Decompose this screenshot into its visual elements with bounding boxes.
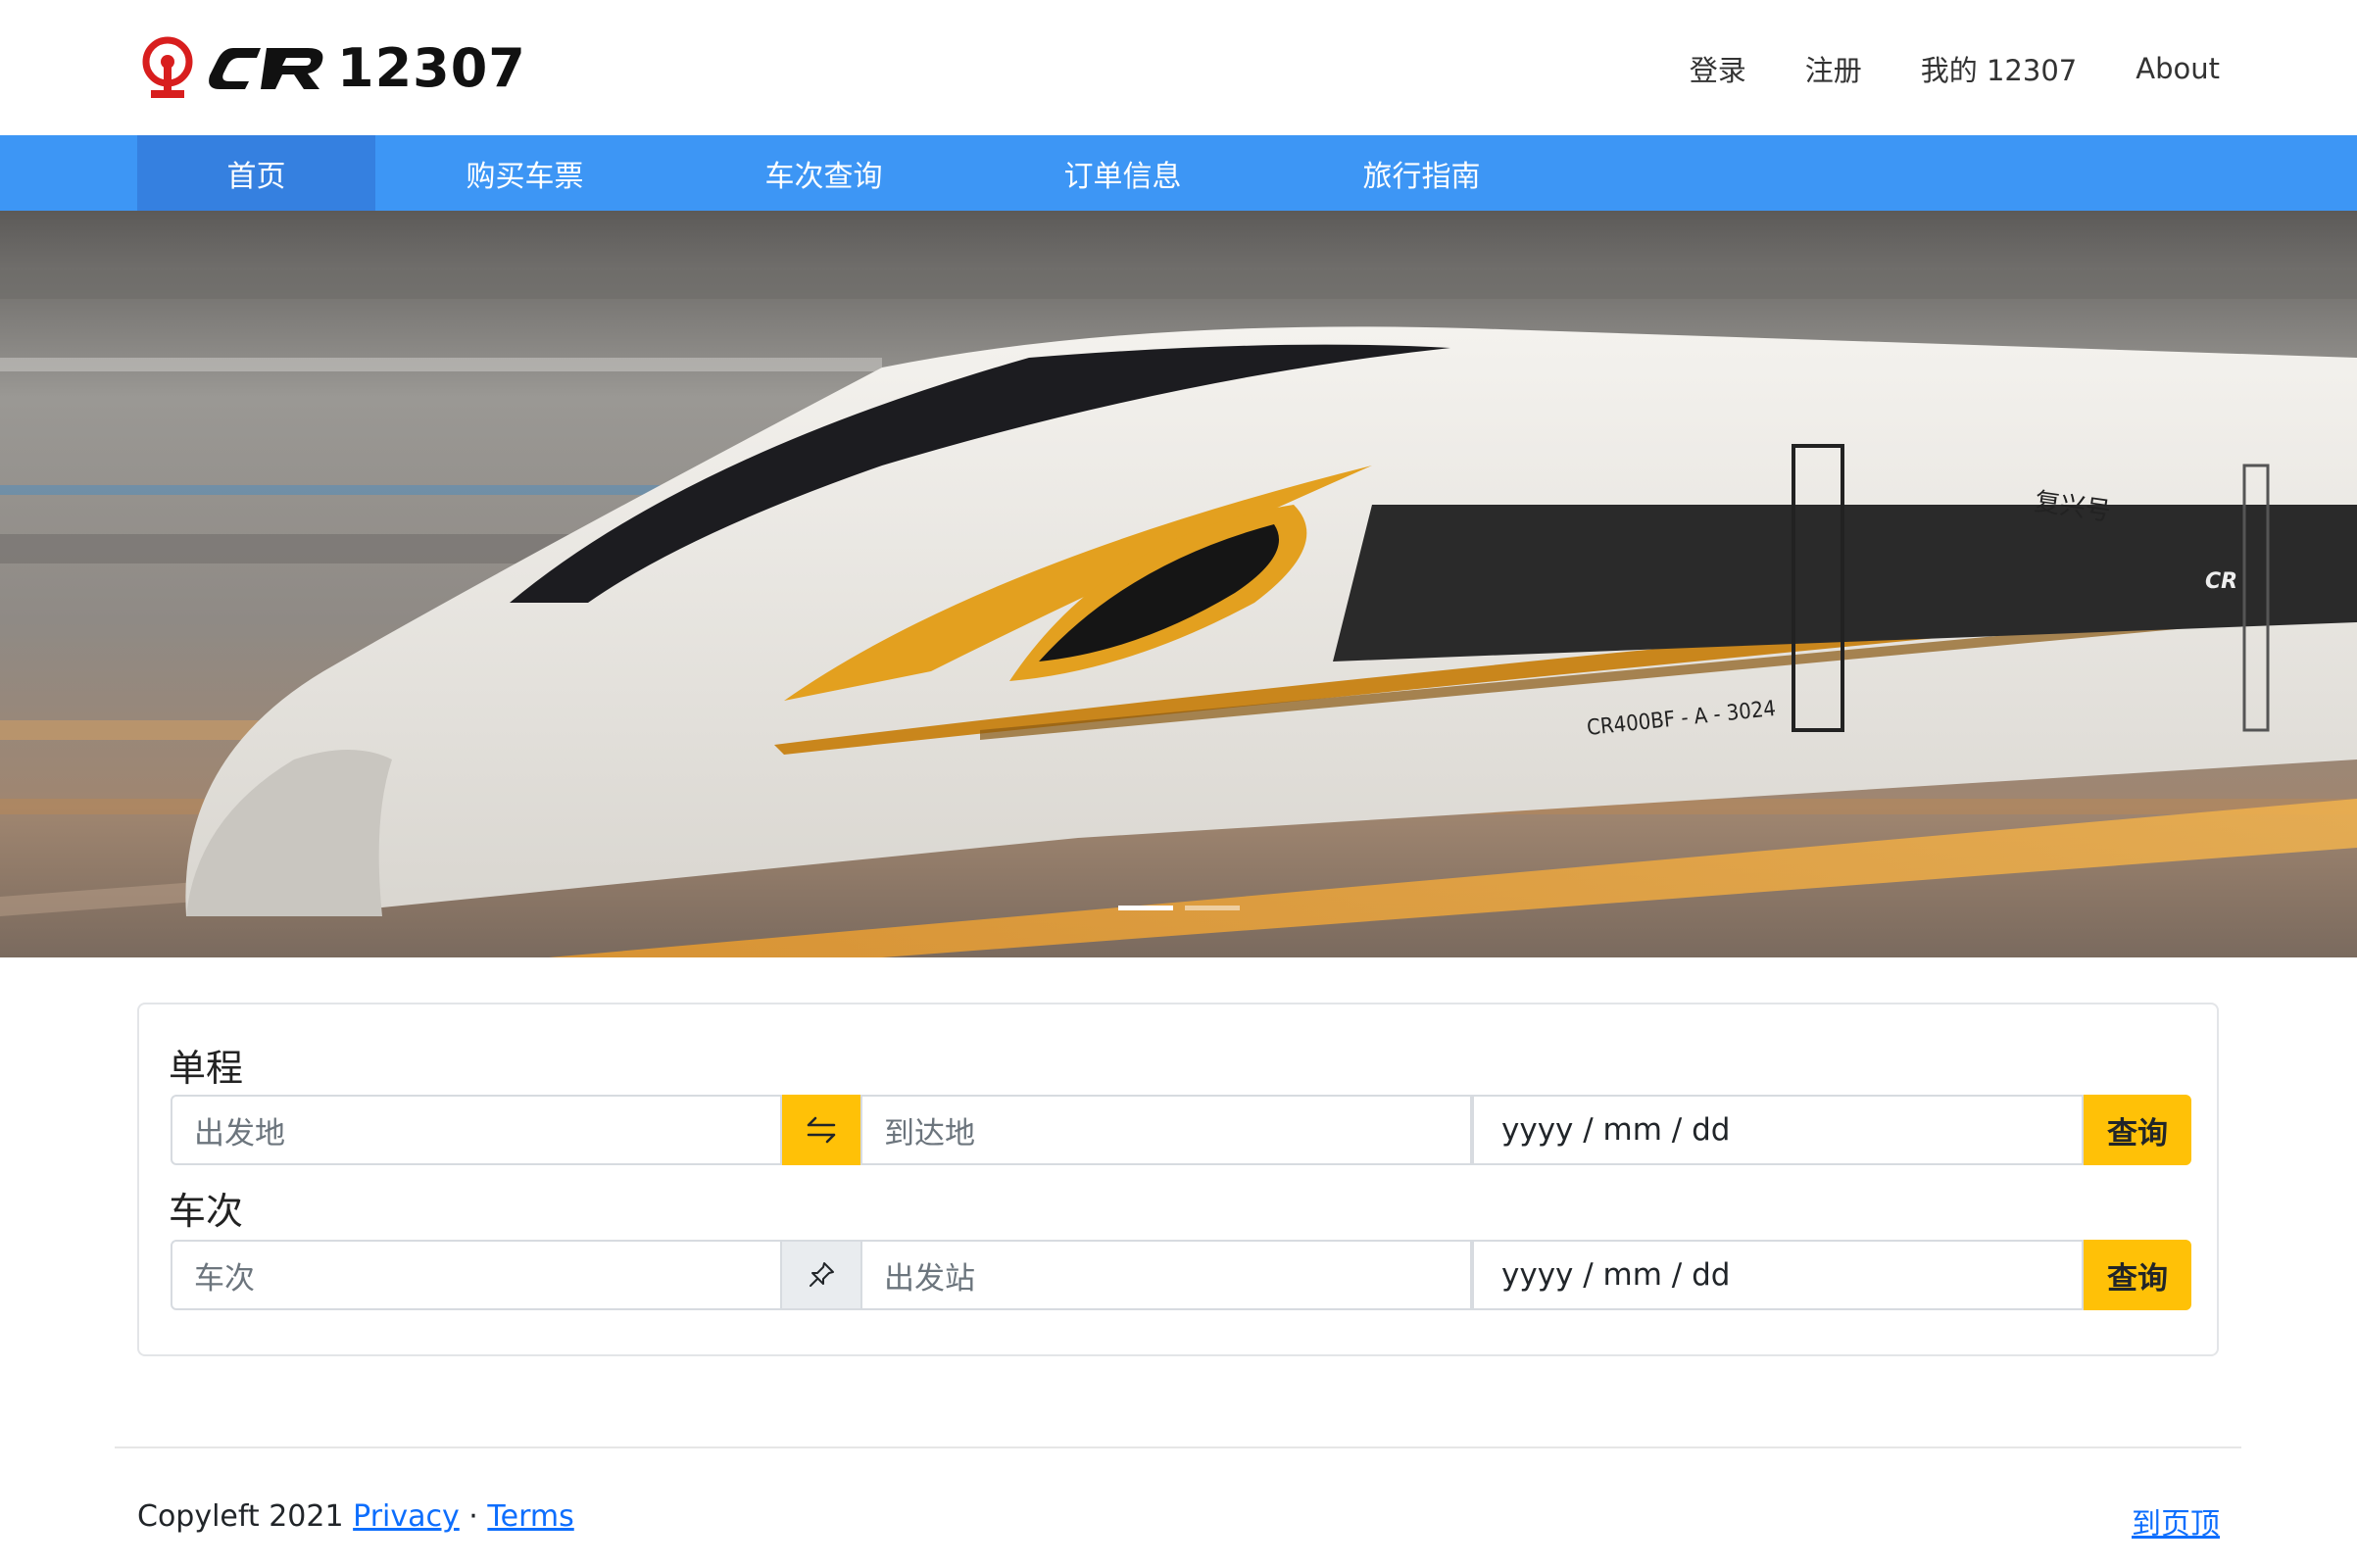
footer-copyright: Copyleft 2021 Privacy · Terms [137, 1499, 574, 1534]
carousel-indicators [0, 906, 2357, 910]
train-search-row: 车次 出发站 yyyy / mm / dd 查询 [171, 1240, 2191, 1310]
main-nav: 首页 购买车票 车次查询 订单信息 旅行指南 [0, 135, 2357, 211]
my-account-link[interactable]: 我的 12307 [1921, 48, 2077, 89]
nav-item-travel-guide[interactable]: 旅行指南 [1272, 135, 1571, 211]
hero-carousel[interactable]: CR400BF - A - 3024 复兴号 CR [0, 211, 2357, 957]
site-header: 12307 登录 注册 我的 12307 About [0, 0, 2357, 135]
footer-separator: · [468, 1499, 478, 1534]
search-card: 单程 出发地 到达地 yyyy / mm / dd 查询 车次 车次 出发站 y… [137, 1003, 2219, 1356]
copyleft-text: Copyleft 2021 [137, 1499, 344, 1534]
train-date-input[interactable]: yyyy / mm / dd [1472, 1240, 2084, 1310]
register-link[interactable]: 注册 [1805, 48, 1862, 89]
carousel-indicator-2[interactable] [1184, 906, 1240, 910]
footer-divider [115, 1446, 2241, 1448]
one-way-title: 单程 [169, 1047, 244, 1090]
pin-button[interactable] [782, 1240, 860, 1310]
privacy-link[interactable]: Privacy [353, 1499, 460, 1534]
nav-item-buy-tickets[interactable]: 购买车票 [375, 135, 674, 211]
about-link[interactable]: About [2136, 52, 2220, 85]
train-query-button[interactable]: 查询 [2084, 1240, 2191, 1310]
swap-button[interactable] [782, 1095, 860, 1165]
one-way-query-button[interactable]: 查询 [2084, 1095, 2191, 1165]
train-number-title: 车次 [169, 1190, 244, 1233]
one-way-date-input[interactable]: yyyy / mm / dd [1472, 1095, 2084, 1165]
railway-emblem-icon [142, 36, 193, 98]
swap-arrows-icon [807, 1116, 836, 1144]
brand-name: 12307 [337, 36, 526, 99]
hero-train-image: CR400BF - A - 3024 复兴号 CR [0, 211, 2357, 957]
arrival-input[interactable]: 到达地 [860, 1095, 1472, 1165]
one-way-search-row: 出发地 到达地 yyyy / mm / dd 查询 [171, 1095, 2191, 1165]
cr-logo-icon [209, 47, 323, 89]
hero-train-logo: CR [2205, 569, 2237, 594]
departure-station-input[interactable]: 出发站 [860, 1240, 1472, 1310]
nav-item-home[interactable]: 首页 [137, 135, 375, 211]
top-links: 登录 注册 我的 12307 About [1690, 39, 2220, 98]
departure-input[interactable]: 出发地 [171, 1095, 782, 1165]
login-link[interactable]: 登录 [1690, 48, 1746, 89]
pin-icon [810, 1262, 834, 1287]
terms-link[interactable]: Terms [487, 1499, 573, 1534]
site-logo[interactable]: 12307 [137, 31, 526, 105]
nav-item-train-search[interactable]: 车次查询 [674, 135, 973, 211]
back-to-top-link[interactable]: 到页顶 [2132, 1499, 2220, 1543]
nav-item-orders[interactable]: 订单信息 [973, 135, 1272, 211]
train-number-input[interactable]: 车次 [171, 1240, 782, 1310]
carousel-indicator-1[interactable] [1117, 906, 1173, 910]
